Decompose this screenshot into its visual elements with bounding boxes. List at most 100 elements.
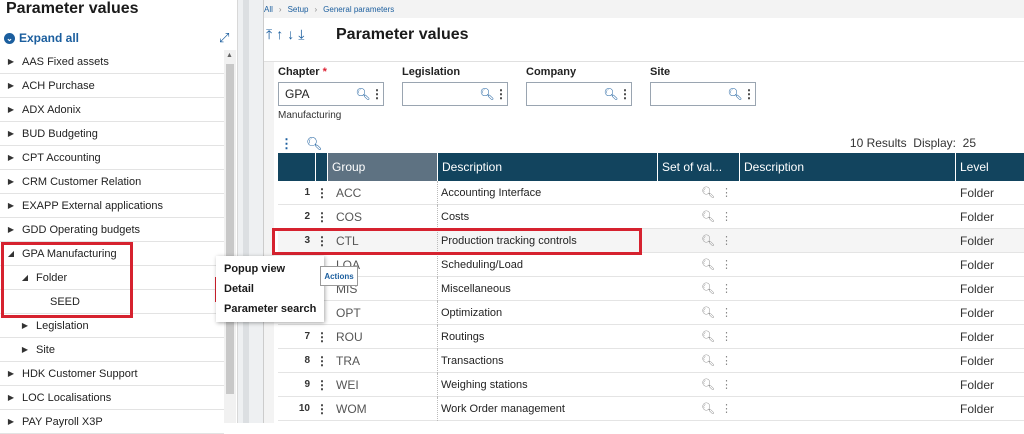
level-cell[interactable]: Folder: [956, 282, 1024, 296]
level-cell[interactable]: Folder: [956, 258, 1024, 272]
tree-item[interactable]: ▶ ADX Adonix: [0, 98, 224, 122]
description-cell[interactable]: Accounting Interface: [438, 187, 658, 199]
row-actions-icon[interactable]: ⋮: [316, 354, 328, 368]
description-cell[interactable]: Costs: [438, 211, 658, 223]
group-cell[interactable]: OPT: [328, 300, 438, 325]
level-cell[interactable]: Folder: [956, 306, 1024, 320]
parameter-search-menu-item[interactable]: Parameter search: [224, 303, 316, 315]
expand-panel-icon[interactable]: ⤢: [219, 30, 229, 46]
set-of-values-cell[interactable]: 🔍︎ ⋮: [658, 378, 740, 391]
grid-search-icon[interactable]: 🔍︎: [306, 136, 323, 152]
search-icon[interactable]: 🔍︎: [355, 87, 371, 101]
search-icon[interactable]: 🔍︎: [701, 402, 715, 415]
search-icon[interactable]: 🔍︎: [701, 210, 715, 223]
more-icon[interactable]: ⋮: [721, 402, 732, 415]
more-icon[interactable]: ⋮: [371, 87, 383, 101]
search-icon[interactable]: 🔍︎: [701, 234, 715, 247]
chapter-input[interactable]: GPA: [279, 87, 355, 101]
table-row[interactable]: 5⋮MISMiscellaneous🔍︎⋮Folder: [278, 276, 1024, 301]
panel-separator[interactable]: [238, 0, 264, 423]
header-set-of-values[interactable]: Set of val...: [658, 153, 740, 181]
more-icon[interactable]: ⋮: [619, 87, 631, 101]
table-row[interactable]: 3 ⋮ CTL Production tracking controls 🔍︎ ⋮ Fold…: [278, 228, 1024, 253]
description-cell[interactable]: Weighing stations: [438, 379, 658, 391]
group-cell[interactable]: WOM: [328, 396, 438, 421]
detail-menu-item[interactable]: Detail: [224, 283, 254, 295]
table-row[interactable]: 7 ⋮ ROU Routings 🔍︎ ⋮ Folder: [278, 324, 1024, 349]
level-cell[interactable]: Folder: [956, 354, 1024, 368]
tree-toggle-icon[interactable]: ▶: [4, 81, 18, 90]
set-of-values-cell[interactable]: 🔍︎ ⋮: [658, 282, 740, 295]
set-of-values-cell[interactable]: 🔍︎ ⋮: [658, 258, 740, 271]
more-icon[interactable]: ⋮: [721, 234, 732, 247]
description-cell[interactable]: Routings: [438, 331, 658, 343]
header-description[interactable]: Description: [438, 153, 658, 181]
description-cell[interactable]: Transactions: [438, 355, 658, 367]
more-icon[interactable]: ⋮: [721, 378, 732, 391]
table-row[interactable]: 4⋮LOAScheduling/Load🔍︎⋮Folder: [278, 252, 1024, 277]
grid-actions-icon[interactable]: ⋮: [280, 136, 293, 152]
group-cell[interactable]: COS: [328, 204, 438, 229]
display-count-select[interactable]: 25: [963, 136, 976, 150]
set-of-values-cell[interactable]: 🔍︎ ⋮: [658, 402, 740, 415]
more-icon[interactable]: ⋮: [721, 258, 732, 271]
header-group[interactable]: Group: [328, 153, 438, 181]
more-icon[interactable]: ⋮: [721, 354, 732, 367]
search-icon[interactable]: 🔍︎: [701, 258, 715, 271]
tree-item[interactable]: SEED: [0, 290, 224, 314]
tree-item[interactable]: ▶ LOC Localisations: [0, 386, 224, 410]
tree-toggle-icon[interactable]: ▶: [18, 321, 32, 330]
expand-all-button[interactable]: ⌄ Expand all: [4, 31, 79, 45]
group-cell[interactable]: ROU: [328, 324, 438, 349]
set-of-values-cell[interactable]: 🔍︎ ⋮: [658, 354, 740, 367]
more-icon[interactable]: ⋮: [721, 186, 732, 199]
description-cell[interactable]: Production tracking controls: [438, 235, 658, 247]
tree-toggle-icon[interactable]: ▶: [4, 201, 18, 210]
tree-toggle-icon[interactable]: ◢: [4, 249, 18, 258]
scroll-up-icon[interactable]: ▲: [226, 52, 233, 59]
search-icon[interactable]: 🔍︎: [701, 186, 715, 199]
tree-item[interactable]: ▶ GDD Operating budgets: [0, 218, 224, 242]
row-actions-icon[interactable]: ⋮: [316, 378, 328, 392]
level-cell[interactable]: Folder: [956, 330, 1024, 344]
tree-item[interactable]: ◢ Folder: [0, 266, 224, 290]
table-row[interactable]: 2 ⋮ COS Costs 🔍︎ ⋮ Folder: [278, 204, 1024, 229]
level-cell[interactable]: Folder: [956, 210, 1024, 224]
search-icon[interactable]: 🔍︎: [701, 330, 715, 343]
table-row[interactable]: 8 ⋮ TRA Transactions 🔍︎ ⋮ Folder: [278, 348, 1024, 373]
description-cell[interactable]: Miscellaneous: [438, 283, 658, 295]
scroll-thumb[interactable]: [226, 64, 234, 394]
row-actions-icon[interactable]: ⋮: [316, 402, 328, 416]
set-of-values-cell[interactable]: 🔍︎ ⋮: [658, 306, 740, 319]
row-actions-icon[interactable]: ⋮: [316, 210, 328, 224]
next-record-icon[interactable]: ↓: [287, 26, 294, 43]
previous-record-icon[interactable]: ↑: [276, 26, 283, 43]
tree-toggle-icon[interactable]: ▶: [4, 369, 18, 378]
tree-item[interactable]: ▶ CPT Accounting: [0, 146, 224, 170]
tree-item[interactable]: ▶ EXAPP External applications: [0, 194, 224, 218]
more-icon[interactable]: ⋮: [721, 210, 732, 223]
description-cell[interactable]: Scheduling/Load: [438, 259, 658, 271]
tree-toggle-icon[interactable]: ▶: [4, 105, 18, 114]
tree-toggle-icon[interactable]: ▶: [4, 153, 18, 162]
chapter-field[interactable]: GPA 🔍︎ ⋮: [278, 82, 384, 106]
row-actions-icon[interactable]: ⋮: [316, 186, 328, 200]
more-icon[interactable]: ⋮: [495, 87, 507, 101]
tree-toggle-icon[interactable]: ▶: [4, 57, 18, 66]
tree-item[interactable]: ▶ AAS Fixed assets: [0, 50, 224, 74]
search-icon[interactable]: 🔍︎: [701, 306, 715, 319]
tree-item[interactable]: ▶ Legislation: [0, 314, 224, 338]
search-icon[interactable]: 🔍︎: [701, 282, 715, 295]
first-record-icon[interactable]: ⤒: [266, 26, 272, 43]
tree-toggle-icon[interactable]: ▶: [4, 225, 18, 234]
set-of-values-cell[interactable]: 🔍︎ ⋮: [658, 330, 740, 343]
set-of-values-cell[interactable]: 🔍︎ ⋮: [658, 186, 740, 199]
tree-item[interactable]: ▶ CRM Customer Relation: [0, 170, 224, 194]
level-cell[interactable]: Folder: [956, 234, 1024, 248]
tree-toggle-icon[interactable]: ▶: [4, 129, 18, 138]
more-icon[interactable]: ⋮: [743, 87, 755, 101]
breadcrumb-general-parameters[interactable]: General parameters: [323, 5, 394, 14]
tree-item[interactable]: ▶ BUD Budgeting: [0, 122, 224, 146]
more-icon[interactable]: ⋮: [721, 330, 732, 343]
last-record-icon[interactable]: ⤓: [298, 26, 304, 43]
